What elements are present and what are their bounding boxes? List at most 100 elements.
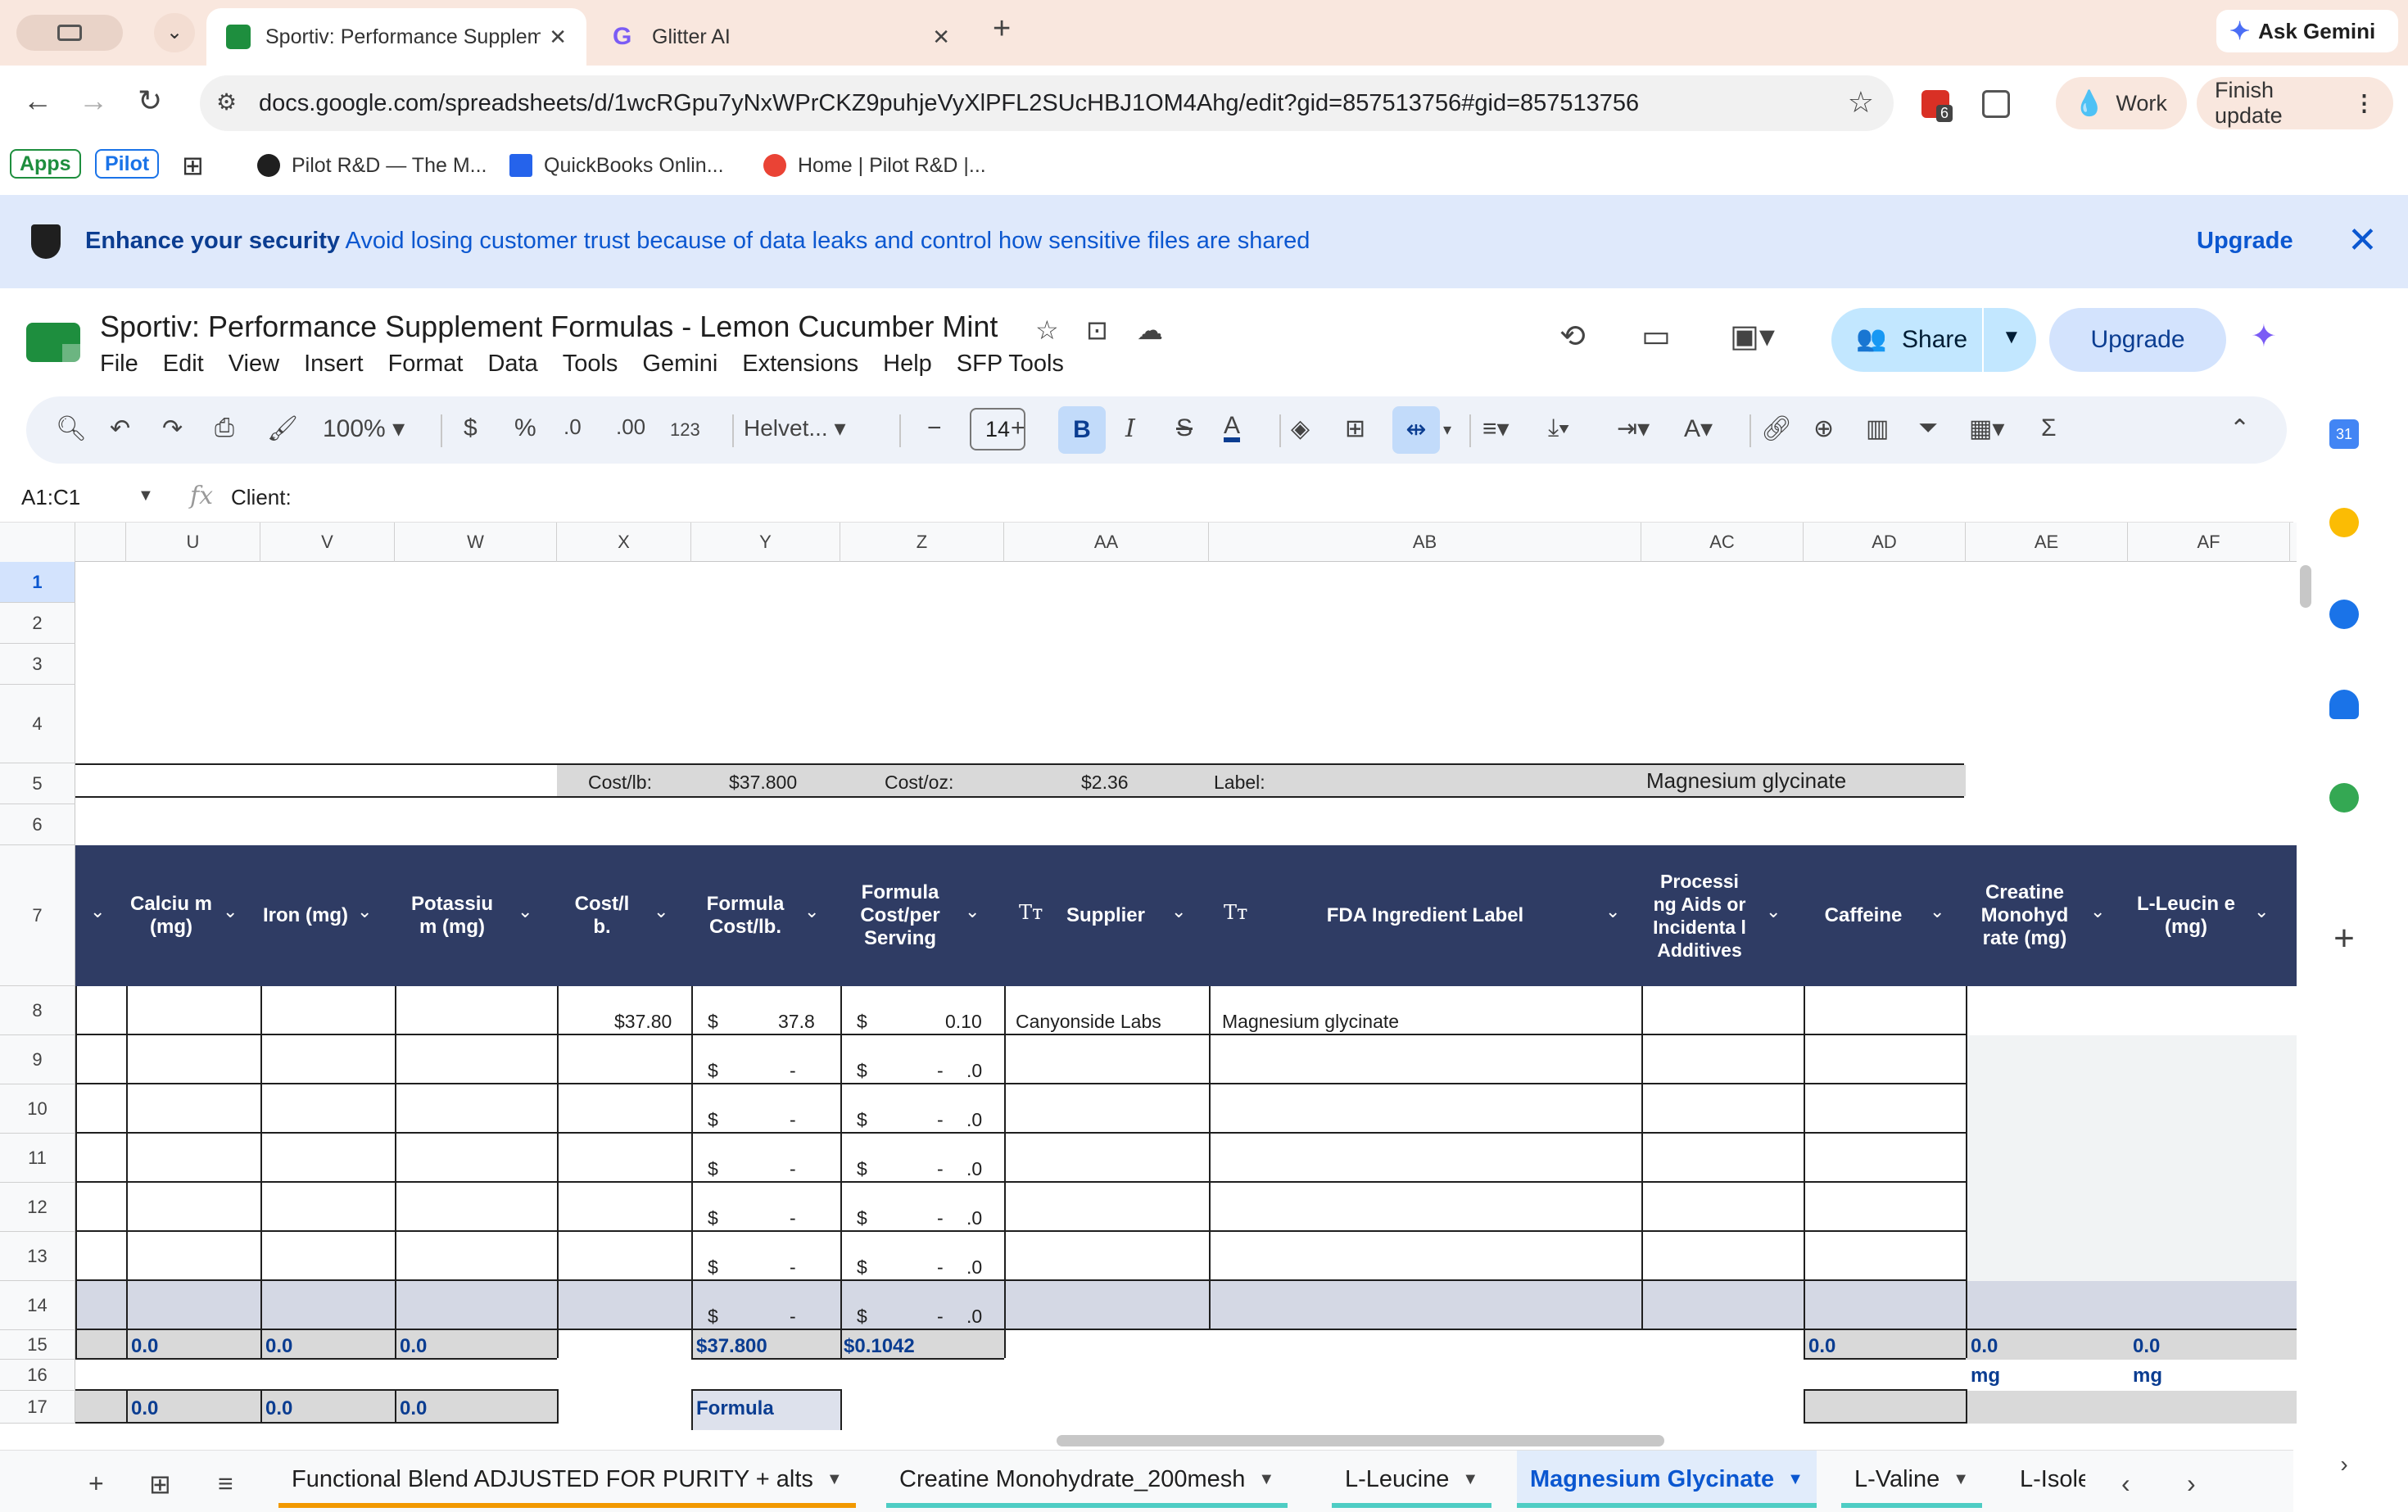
row-header[interactable]: 12 <box>0 1183 75 1232</box>
row17-potassium[interactable]: 0.0 <box>400 1397 427 1420</box>
move-folder-icon[interactable]: ⊡ <box>1086 315 1108 346</box>
row-header[interactable]: 5 <box>0 763 75 804</box>
column-header[interactable]: U <box>126 523 260 562</box>
tasks-icon[interactable] <box>2329 600 2359 629</box>
header-formula-cost-serving[interactable]: Formula Cost/per Serving <box>849 845 952 986</box>
address-bar[interactable]: ⚙ docs.google.com/spreadsheets/d/1wcRGpu… <box>200 75 1894 131</box>
header-potassium[interactable]: Potassiu m (mg) <box>400 845 505 986</box>
text-wrapping-icon[interactable]: ⇥▾ <box>1617 414 1650 443</box>
filter-dropdown-icon[interactable]: ⌄ <box>1171 901 1186 922</box>
cell-x8[interactable]: $37.80 <box>614 1011 672 1033</box>
row-header[interactable]: 9 <box>0 1035 75 1084</box>
reload-icon[interactable]: ↻ <box>138 84 162 118</box>
insert-comment-icon[interactable]: ⊕ <box>1813 414 1834 443</box>
cell-decimal[interactable]: .0 <box>966 1256 982 1279</box>
column-header[interactable]: Y <box>691 523 840 562</box>
scroll-tabs-left-icon[interactable]: ‹ <box>2121 1469 2130 1499</box>
column-header-t[interactable] <box>75 523 126 562</box>
cell-ab8[interactable]: Magnesium glycinate <box>1222 1011 1399 1033</box>
sheets-logo-icon[interactable] <box>26 323 80 362</box>
sheet-tab-functional-blend[interactable]: Functional Blend ADJUSTED FOR PURITY + a… <box>278 1451 856 1508</box>
formula-label[interactable]: Formula <box>696 1397 774 1420</box>
row-header[interactable]: 2 <box>0 603 75 644</box>
window-switcher-button[interactable] <box>16 15 123 51</box>
borders-icon[interactable]: ⊞ <box>1345 414 1365 443</box>
row-header[interactable]: 16 <box>0 1360 75 1391</box>
cell-currency[interactable]: $ <box>857 1060 867 1082</box>
back-arrow-icon[interactable]: ← <box>23 84 52 118</box>
cell-currency[interactable]: $ <box>857 1158 867 1180</box>
cost-oz-label[interactable]: Cost/oz: <box>885 772 953 794</box>
tab-search-button[interactable]: ⌄ <box>154 13 195 52</box>
document-title[interactable]: Sportiv: Performance Supplement Formulas… <box>100 310 998 344</box>
leucine-unit[interactable]: mg <box>2133 1365 2162 1388</box>
add-addon-icon[interactable]: + <box>2329 921 2359 957</box>
total-caffeine[interactable]: 0.0 <box>1808 1335 1835 1358</box>
sheets-menu-icon[interactable]: ≡ <box>218 1469 233 1499</box>
filter-views-icon[interactable]: ▦▾ <box>1969 414 2004 443</box>
cell-currency[interactable]: $ <box>857 1306 867 1328</box>
cell-dash[interactable]: - <box>937 1207 944 1229</box>
site-settings-icon[interactable]: ⚙ <box>216 88 246 118</box>
cell-dash[interactable]: - <box>790 1256 796 1279</box>
header-fda-label[interactable]: FDA Ingredient Label <box>1261 845 1589 986</box>
cell-dash[interactable]: - <box>790 1306 796 1328</box>
cell-dash[interactable]: - <box>937 1306 944 1328</box>
column-header[interactable]: W <box>395 523 557 562</box>
zoom-select[interactable]: 100% ▾ <box>323 414 405 443</box>
cell-currency[interactable]: $ <box>857 1109 867 1131</box>
comments-icon[interactable]: ▭ <box>1641 318 1671 355</box>
filter-dropdown-icon[interactable]: ⌄ <box>1930 901 1944 922</box>
tab-menu-icon[interactable]: ▼ <box>1787 1470 1804 1489</box>
filter-dropdown-icon[interactable]: ⌄ <box>2090 901 2105 922</box>
cell-aa8[interactable]: Canyonside Labs <box>1016 1011 1161 1033</box>
search-icon[interactable]: 🔍︎ <box>56 414 87 443</box>
menu-data[interactable]: Data <box>487 351 537 378</box>
row-header[interactable]: 1 <box>0 562 75 603</box>
currency-format-button[interactable]: $ <box>464 414 478 442</box>
functions-icon[interactable]: Σ <box>2041 414 2057 442</box>
add-sheet-icon[interactable]: + <box>88 1469 104 1499</box>
close-tab-icon[interactable]: ✕ <box>932 25 950 50</box>
spreadsheet-grid[interactable]: U V W X Y Z AA AB AC AD AE AF 1 2 3 4 5 … <box>0 523 2297 1430</box>
filter-dropdown-icon[interactable]: ⌄ <box>357 901 372 922</box>
print-icon[interactable]: ⎙ <box>215 414 234 442</box>
cloud-status-icon[interactable]: ☁ <box>1137 315 1163 346</box>
horizontal-align-icon[interactable]: ≡▾ <box>1482 414 1510 443</box>
cell-dash[interactable]: - <box>937 1060 944 1082</box>
cell-dash[interactable]: - <box>790 1060 796 1082</box>
cell-dash[interactable]: - <box>937 1109 944 1131</box>
column-header[interactable]: AE <box>1966 523 2128 562</box>
cell-dash[interactable]: - <box>790 1207 796 1229</box>
sheet-tab-l-valine[interactable]: L-Valine ▼ <box>1841 1451 1983 1508</box>
percent-format-button[interactable]: % <box>514 414 536 442</box>
filter-dropdown-icon[interactable]: ⌄ <box>1605 901 1620 922</box>
header-leucine[interactable]: L-Leucin e (mg) <box>2133 845 2239 986</box>
paint-format-icon[interactable]: 🖌︎ <box>267 414 298 443</box>
header-formula-cost-lb[interactable]: Formula Cost/lb. <box>696 845 794 986</box>
cell-currency[interactable]: $ <box>708 1158 718 1180</box>
vertical-scrollbar[interactable] <box>2300 565 2311 608</box>
total-formula-cost-serving[interactable]: $0.1042 <box>844 1335 915 1358</box>
tab-sportiv[interactable]: Sportiv: Performance Supplemen ✕ <box>206 8 586 66</box>
menu-view[interactable]: View <box>229 351 279 378</box>
tab-menu-icon[interactable]: ▼ <box>826 1470 843 1489</box>
column-header[interactable]: X <box>557 523 691 562</box>
cell-decimal[interactable]: .0 <box>966 1109 982 1131</box>
share-button[interactable]: 👥 Share ▼ <box>1831 308 2036 372</box>
header-cost-lb[interactable]: Cost/l b. <box>565 845 639 986</box>
row-header[interactable]: 13 <box>0 1232 75 1281</box>
filter-dropdown-icon[interactable]: ⌄ <box>90 901 105 922</box>
cell-y8[interactable]: 37.8 <box>778 1011 815 1033</box>
close-icon[interactable]: ✕ <box>2347 220 2378 261</box>
row-header[interactable]: 8 <box>0 986 75 1035</box>
menu-help[interactable]: Help <box>883 351 932 378</box>
undo-icon[interactable]: ↶ <box>110 414 130 443</box>
cell-currency[interactable]: $ <box>708 1060 718 1082</box>
name-box-dropdown-icon[interactable]: ▼ <box>138 487 154 505</box>
bold-button[interactable]: B <box>1058 406 1106 454</box>
row-header[interactable]: 14 <box>0 1281 75 1330</box>
menu-sfp-tools[interactable]: SFP Tools <box>957 351 1064 378</box>
total-iron[interactable]: 0.0 <box>265 1335 292 1358</box>
cell-dash[interactable]: - <box>937 1158 944 1180</box>
